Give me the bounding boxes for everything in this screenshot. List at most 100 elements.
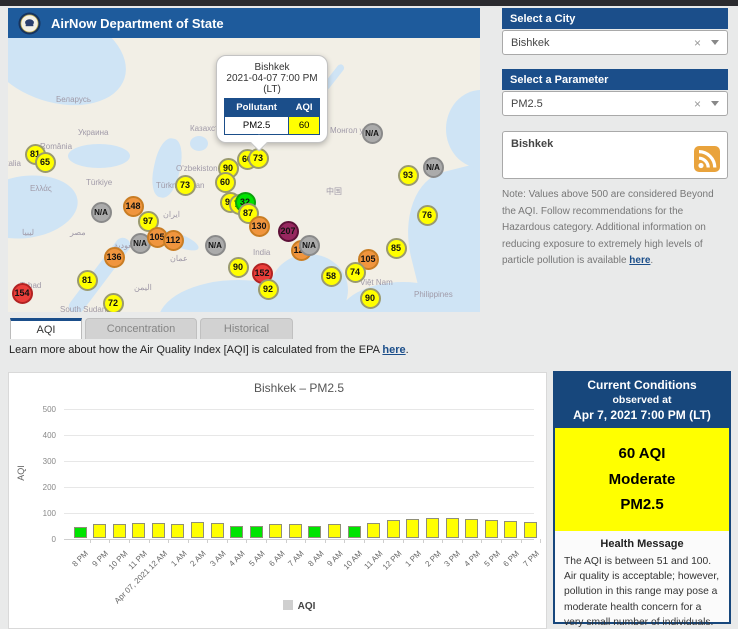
map-region-label: اليمن [134, 283, 152, 292]
chart-legend: AQI [64, 600, 534, 612]
learn-here-link[interactable]: here [382, 344, 405, 356]
x-tick-mark [187, 539, 189, 543]
city-panel-title: Select a City [510, 12, 576, 25]
city-select-value: Bishkek [511, 36, 550, 49]
aqi-bar [230, 525, 244, 538]
x-tick-mark [344, 539, 346, 543]
x-tick-label: 2 AM [188, 549, 208, 569]
map[interactable]: БеларусьУкраинаКазахстанRomâniaItaliaΕλλ… [8, 38, 480, 312]
tab-historical[interactable]: Historical [200, 318, 293, 339]
aqi-bar [504, 521, 518, 538]
x-tick-label: 7 AM [286, 549, 306, 569]
aqi-marker[interactable]: 74 [344, 261, 366, 283]
city-select[interactable]: Bishkek × [502, 30, 728, 55]
parameter-panel-header: Select a Parameter [502, 69, 728, 90]
popup-aqi-value: 60 [288, 116, 320, 135]
gridline [64, 409, 534, 410]
map-region-label: India [253, 248, 271, 257]
aqi-marker[interactable]: 207 [277, 220, 299, 242]
aqi-chart: Bishkek – PM2.5 AQI 0 100 200 300 400 500 8 PM… [8, 372, 547, 629]
aqi-marker[interactable]: 58 [320, 265, 342, 287]
map-region-label: Беларусь [56, 95, 91, 104]
tab-concentration[interactable]: Concentration [85, 318, 197, 339]
aqi-marker[interactable]: 72 [102, 292, 124, 312]
x-tick-label: 6 PM [501, 549, 522, 569]
aqi-bar [465, 519, 479, 538]
aqi-marker[interactable]: 85 [385, 237, 407, 259]
aqi-bar [523, 522, 537, 538]
cc-datetime: Apr 7, 2021 7:00 PM (LT) [573, 408, 711, 422]
x-tick-label: 8 AM [306, 549, 326, 569]
tab-aqi[interactable]: AQI [10, 318, 82, 339]
aqi-marker[interactable]: 90 [227, 256, 249, 278]
chart-title: Bishkek – PM2.5 [253, 381, 345, 395]
aqi-marker[interactable]: 136 [103, 246, 125, 268]
parameter-select[interactable]: PM2.5 × [502, 91, 728, 116]
aqi-bar [445, 517, 459, 538]
aqi-marker[interactable]: 93 [397, 164, 419, 186]
gridline [64, 539, 534, 540]
rss-icon[interactable] [694, 146, 720, 172]
popup-table: Pollutant AQI PM2.5 60 [223, 98, 320, 135]
x-tick-label: 6 AM [266, 549, 287, 569]
x-tick-label: 12 PM [380, 549, 404, 572]
x-tick-mark [109, 539, 111, 543]
learn-before: Learn more about how the Air Quality Ind… [9, 344, 383, 356]
learn-more-text: Learn more about how the Air Quality Ind… [9, 344, 409, 356]
city-panel-header: Select a City [502, 8, 728, 29]
gridline [64, 461, 534, 462]
x-tick-mark [246, 539, 248, 543]
aqi-marker[interactable]: 90 [359, 287, 381, 309]
map-region-label: 中国 [326, 187, 342, 196]
cc-parameter: PM2.5 [620, 496, 664, 513]
cc-category: Moderate [608, 470, 676, 488]
map-water [68, 144, 130, 168]
clear-city-icon[interactable]: × [694, 36, 701, 50]
legend-label: AQI [297, 601, 316, 612]
chart-y-axis-label: AQI [15, 465, 26, 481]
aqi-marker[interactable]: 73 [174, 174, 196, 196]
aqi-bar [386, 520, 400, 538]
aqi-bar [73, 527, 87, 538]
aqi-bar [367, 522, 381, 538]
note-here-link[interactable]: here [629, 255, 650, 266]
parameter-panel-title: Select a Parameter [510, 73, 609, 86]
aqi-marker[interactable]: 76 [416, 204, 438, 226]
aqi-marker[interactable]: N/A [422, 156, 444, 178]
tab-bar: AQI Concentration Historical [8, 318, 293, 339]
x-tick-label: 3 PM [442, 549, 463, 569]
aqi-marker[interactable]: N/A [90, 201, 112, 223]
x-tick-mark [461, 539, 463, 543]
x-tick-label: 5 AM [247, 549, 267, 569]
x-tick-mark [442, 539, 444, 543]
aqi-marker[interactable]: 81 [76, 269, 98, 291]
x-tick-mark [89, 539, 91, 543]
clear-parameter-icon[interactable]: × [694, 97, 701, 111]
note-text: Note: Values above 500 are considered Be… [502, 187, 730, 270]
aqi-marker[interactable]: N/A [298, 234, 320, 256]
aqi-bar [328, 523, 342, 538]
aqi-marker[interactable]: N/A [204, 234, 226, 256]
x-tick-label: 1 PM [403, 549, 424, 569]
aqi-bar [249, 525, 263, 538]
map-region-label: Türkiye [86, 178, 113, 187]
x-tick-mark [324, 539, 326, 543]
aqi-marker[interactable]: 154 [11, 282, 33, 304]
cc-health-section: Health Message The AQI is between 51 and… [555, 531, 729, 629]
aqi-marker[interactable]: N/A [361, 122, 383, 144]
aqi-marker[interactable]: 65 [34, 151, 56, 173]
parameter-select-value: PM2.5 [511, 97, 543, 110]
current-conditions-header: Current Conditions observed at Apr 7, 20… [555, 373, 729, 428]
aqi-marker[interactable]: 130 [248, 215, 270, 237]
aqi-marker[interactable]: 60 [214, 171, 236, 193]
chevron-down-icon[interactable] [711, 101, 719, 106]
x-tick-mark [540, 539, 542, 543]
chevron-down-icon[interactable] [711, 40, 719, 45]
x-tick-mark [266, 539, 267, 543]
popup-city: Bishkek [254, 62, 290, 73]
aqi-marker[interactable]: 92 [257, 278, 279, 300]
x-tick-label: 1 AM [168, 549, 189, 569]
aqi-bar [308, 525, 322, 538]
aqi-marker[interactable]: 112 [162, 229, 184, 251]
page-title: AirNow Department of State [51, 15, 224, 31]
